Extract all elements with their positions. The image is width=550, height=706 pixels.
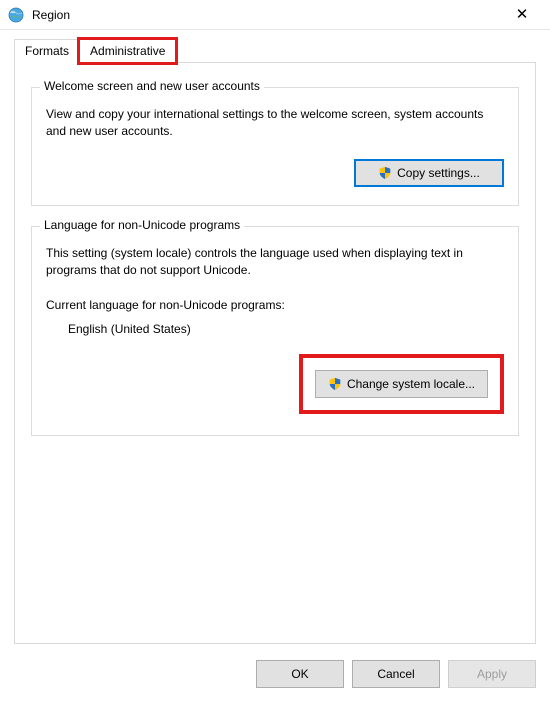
group-description: View and copy your international setting… [46,106,504,141]
cancel-button[interactable]: Cancel [352,660,440,688]
shield-icon [378,166,392,180]
globe-icon [8,7,24,23]
tab-panel: Welcome screen and new user accounts Vie… [14,62,536,644]
group-legend: Welcome screen and new user accounts [40,79,264,93]
apply-button: Apply [448,660,536,688]
shield-icon [328,377,342,391]
group-legend: Language for non-Unicode programs [40,218,244,232]
tab-strip: Formats Administrative [14,38,536,62]
dialog-content: Formats Administrative Welcome screen an… [0,30,550,654]
current-language-label: Current language for non-Unicode program… [46,298,504,312]
dialog-footer: OK Cancel Apply [0,654,550,698]
button-label: Copy settings... [397,166,480,180]
ok-button[interactable]: OK [256,660,344,688]
copy-settings-button[interactable]: Copy settings... [354,159,504,187]
current-language-value: English (United States) [68,322,504,336]
window-title: Region [32,8,502,22]
change-system-locale-button[interactable]: Change system locale... [315,370,488,398]
group-welcome-screen: Welcome screen and new user accounts Vie… [31,87,519,206]
highlight-box: Change system locale... [299,354,504,414]
group-description: This setting (system locale) controls th… [46,245,504,280]
button-row: Change system locale... [46,354,504,414]
group-non-unicode: Language for non-Unicode programs This s… [31,226,519,436]
tab-formats[interactable]: Formats [14,39,80,63]
button-label: Change system locale... [347,377,475,391]
close-button[interactable]: ✕ [502,0,542,30]
tab-administrative[interactable]: Administrative [79,39,176,63]
button-row: Copy settings... [46,159,504,187]
titlebar: Region ✕ [0,0,550,30]
